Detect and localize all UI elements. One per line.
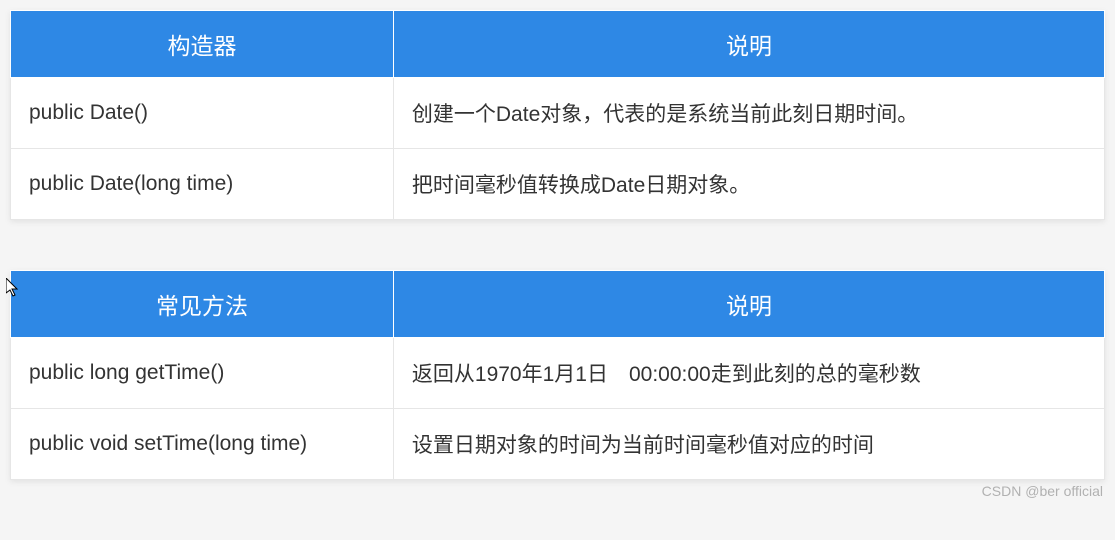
description-cell: 创建一个Date对象，代表的是系统当前此刻日期时间。 [393, 78, 1104, 149]
methods-table: 常见方法 说明 public long getTime() 返回从1970年1月… [10, 270, 1105, 480]
constructor-cell: public Date() [11, 78, 394, 149]
table-row: public Date() 创建一个Date对象，代表的是系统当前此刻日期时间。 [11, 78, 1105, 149]
header-method: 常见方法 [11, 271, 394, 338]
header-description: 说明 [393, 11, 1104, 78]
table-row: public Date(long time) 把时间毫秒值转换成Date日期对象… [11, 149, 1105, 220]
constructor-cell: public Date(long time) [11, 149, 394, 220]
method-cell: public long getTime() [11, 338, 394, 409]
watermark: CSDN @ber official [982, 483, 1103, 499]
description-cell: 返回从1970年1月1日 00:00:00走到此刻的总的毫秒数 [393, 338, 1104, 409]
table-row: public long getTime() 返回从1970年1月1日 00:00… [11, 338, 1105, 409]
method-cell: public void setTime(long time) [11, 409, 394, 480]
header-constructor: 构造器 [11, 11, 394, 78]
table-row: public void setTime(long time) 设置日期对象的时间… [11, 409, 1105, 480]
header-description: 说明 [393, 271, 1104, 338]
description-cell: 把时间毫秒值转换成Date日期对象。 [393, 149, 1104, 220]
constructors-table: 构造器 说明 public Date() 创建一个Date对象，代表的是系统当前… [10, 10, 1105, 220]
description-cell: 设置日期对象的时间为当前时间毫秒值对应的时间 [393, 409, 1104, 480]
